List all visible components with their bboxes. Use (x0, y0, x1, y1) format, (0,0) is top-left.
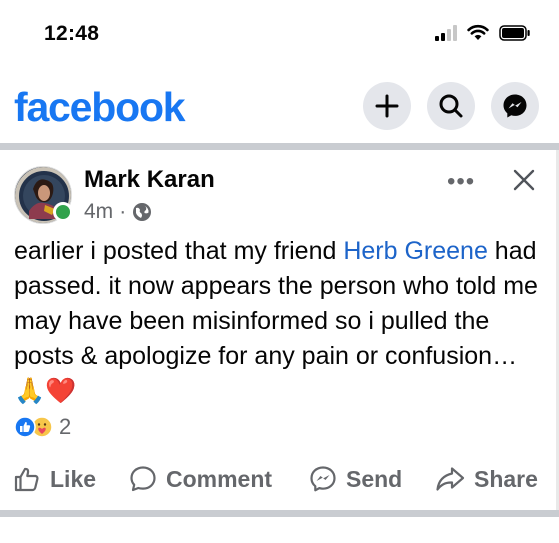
battery-icon (499, 24, 530, 41)
author-name[interactable]: Mark Karan (84, 166, 215, 194)
post-text: earlier i posted that my friend Herb Gre… (14, 234, 544, 409)
reaction-summary[interactable]: 2 (14, 414, 71, 440)
messenger-send-icon (310, 466, 336, 492)
comment-button[interactable]: Comment (128, 464, 272, 494)
meta-separator: · (119, 200, 127, 223)
tagged-person-link[interactable]: Herb Greene (343, 237, 488, 265)
like-button[interactable]: Like (12, 464, 96, 494)
comment-label: Comment (166, 465, 273, 492)
send-label: Send (346, 465, 403, 492)
wifi-icon (467, 25, 489, 40)
post-options-button[interactable]: ••• (447, 168, 475, 196)
create-button[interactable] (363, 82, 411, 130)
search-button[interactable] (427, 82, 475, 130)
post-divider (0, 510, 559, 517)
thumbs-up-icon (14, 467, 39, 492)
globe-icon (133, 203, 152, 221)
plus-icon (375, 94, 399, 118)
reaction-count: 2 (59, 414, 72, 439)
like-label: Like (50, 465, 97, 492)
send-button[interactable]: Send (308, 464, 402, 494)
post-meta: 4m · (84, 200, 152, 224)
author-avatar-container[interactable] (14, 166, 73, 224)
post-action-bar: Like Comment Send Share (0, 456, 559, 502)
messenger-icon (503, 94, 527, 118)
post-text-part: earlier i posted that my friend (14, 237, 344, 265)
facebook-logo[interactable]: facebook (14, 84, 186, 131)
share-arrow-icon (436, 467, 465, 491)
online-status-dot (53, 202, 73, 222)
status-time: 12:48 (44, 22, 100, 45)
hide-post-button[interactable] (512, 168, 536, 197)
comment-icon (130, 466, 156, 492)
header-divider (0, 143, 559, 150)
share-label: Share (474, 465, 538, 492)
share-button[interactable]: Share (434, 464, 538, 494)
post-emoji: 🙏❤️ (14, 377, 77, 405)
messenger-button[interactable] (491, 82, 539, 130)
app-header: facebook (0, 70, 559, 142)
cellular-signal-icon (435, 24, 457, 41)
status-icons (435, 24, 531, 41)
post-timestamp[interactable]: 4m (84, 200, 113, 224)
search-icon (439, 94, 463, 118)
feed-post: Mark Karan 4m · ••• earlier i posted tha… (0, 150, 559, 510)
status-bar: 12:48 (0, 0, 559, 70)
like-reaction-icon (14, 416, 36, 438)
close-icon (513, 169, 535, 191)
